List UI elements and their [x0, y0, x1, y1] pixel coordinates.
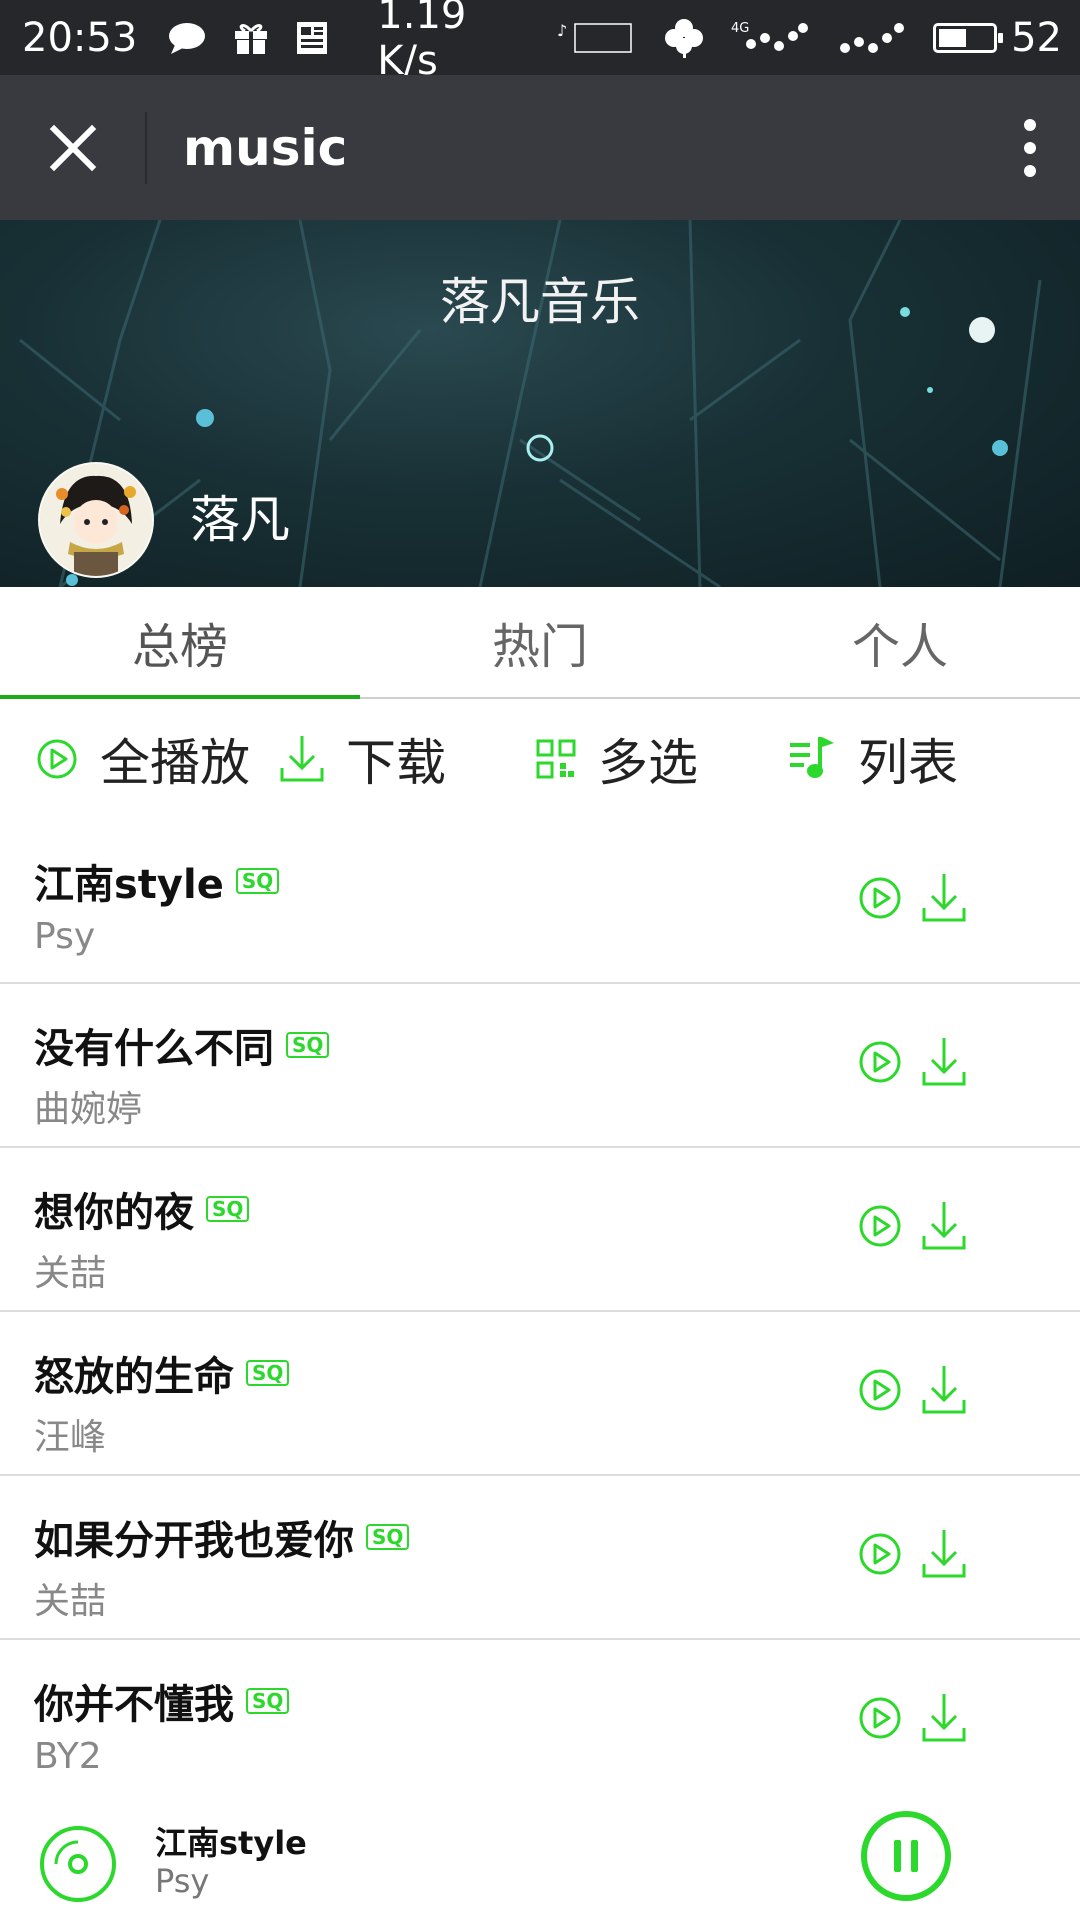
play-circle-icon[interactable]: [858, 1040, 902, 1084]
song-row[interactable]: 怒放的生命 SQ 汪峰: [0, 1312, 1080, 1476]
battery-icon: [933, 22, 1004, 53]
now-playing-title: 江南style: [155, 1824, 307, 1862]
song-row[interactable]: 想你的夜 SQ 关喆: [0, 1148, 1080, 1312]
tab-total-chart[interactable]: 总榜: [0, 587, 360, 699]
play-circle-icon[interactable]: [858, 1532, 902, 1576]
song-title: 如果分开我也爱你: [34, 1518, 354, 1564]
topbar-divider: [145, 111, 147, 184]
sq-badge: SQ: [366, 1524, 410, 1550]
song-row[interactable]: 没有什么不同 SQ 曲婉婷: [0, 984, 1080, 1148]
play-circle-icon[interactable]: [858, 1204, 902, 1248]
song-title: 没有什么不同: [34, 1026, 274, 1072]
close-button[interactable]: [0, 75, 145, 220]
clover-icon: [663, 17, 705, 59]
status-time: 20:53: [22, 14, 138, 61]
song-title-wrap: 如果分开我也爱你 SQ: [34, 1508, 410, 1566]
chat-bubble-icon: [167, 21, 207, 55]
user-name: 落凡: [190, 491, 290, 549]
sq-badge: SQ: [246, 1688, 290, 1714]
download-icon[interactable]: [922, 1036, 966, 1088]
download-icon[interactable]: [922, 1364, 966, 1416]
more-menu-button[interactable]: [980, 75, 1080, 220]
playlist-label: 列表: [858, 734, 958, 792]
sq-badge: SQ: [235, 868, 280, 894]
song-title-wrap: 你并不懂我 SQ: [34, 1672, 290, 1730]
sq-badge: SQ: [206, 1196, 250, 1222]
song-artist: 汪峰: [34, 1417, 107, 1458]
play-all-label: 全播放: [100, 734, 250, 792]
playlist-icon: [790, 737, 834, 778]
download-icon[interactable]: [922, 872, 966, 924]
song-title-wrap: 想你的夜 SQ: [34, 1180, 250, 1238]
avatar[interactable]: [38, 462, 154, 578]
svg-text:♪: ♪: [557, 21, 567, 40]
multi-select-icon: [536, 739, 576, 779]
song-title: 怒放的生命: [34, 1354, 234, 1400]
song-artist: BY2: [34, 1736, 102, 1777]
signal-4g-icon: 4G: [731, 18, 811, 58]
gift-icon: [233, 21, 269, 55]
news-icon: [295, 20, 331, 56]
play-circle-icon[interactable]: [858, 876, 902, 920]
song-row[interactable]: 你并不懂我 SQ BY2: [0, 1640, 1080, 1804]
play-all-button[interactable]: 全播放: [36, 723, 250, 795]
app-name: 落凡音乐: [440, 273, 640, 331]
disc-icon: [40, 1826, 116, 1902]
song-title-wrap: 怒放的生命 SQ: [34, 1344, 290, 1402]
download-icon[interactable]: [922, 1528, 966, 1580]
sq-badge: SQ: [246, 1360, 290, 1386]
download-all-button[interactable]: 下载: [280, 723, 446, 795]
network-type-label: 4G: [731, 21, 749, 36]
song-artist: 曲婉婷: [34, 1089, 143, 1130]
pause-button[interactable]: [860, 1810, 952, 1902]
multi-select-label: 多选: [598, 734, 698, 792]
playlist-button[interactable]: 列表: [788, 723, 958, 795]
song-list: 江南style SQ Psy 没有什么不同 SQ 曲婉婷 想你的夜 SQ 关喆 怒放的…: [0, 820, 1080, 1804]
song-artist: 关喆: [34, 1253, 107, 1294]
play-circle-icon: [37, 739, 77, 779]
header-banner: 落凡音乐 落凡: [0, 220, 1080, 587]
song-title-wrap: 江南style SQ: [34, 852, 280, 910]
song-title: 江南style: [34, 862, 224, 908]
mini-player[interactable]: 江南style Psy: [0, 1810, 1080, 1920]
download-icon[interactable]: [922, 1200, 966, 1252]
status-bar: 20:53 1.19 K/s ♪ 4G 52: [0, 0, 1080, 84]
top-bar: music: [0, 75, 1080, 220]
sq-badge: SQ: [286, 1032, 330, 1058]
more-vertical-icon: [1024, 118, 1036, 177]
app-notification-icon: ♪: [557, 18, 637, 58]
battery-level: 52: [1011, 14, 1062, 61]
play-circle-icon[interactable]: [858, 1696, 902, 1740]
tab-personal[interactable]: 个人: [720, 587, 1080, 697]
download-icon: [280, 736, 324, 782]
page-title: music: [183, 118, 348, 177]
network-speed: 1.19 K/s: [377, 0, 467, 84]
play-circle-icon[interactable]: [858, 1368, 902, 1412]
song-title: 想你的夜: [34, 1190, 194, 1236]
signal-strength-icon: [837, 18, 907, 58]
song-row[interactable]: 江南style SQ Psy: [0, 820, 1080, 984]
close-icon: [49, 124, 96, 171]
song-row[interactable]: 如果分开我也爱你 SQ 关喆: [0, 1476, 1080, 1640]
download-icon[interactable]: [922, 1692, 966, 1744]
song-artist: Psy: [34, 916, 96, 957]
tab-popular[interactable]: 热门: [360, 587, 720, 697]
multi-select-button[interactable]: 多选: [536, 723, 698, 795]
action-bar: 全播放 下载 多选 列表: [0, 699, 1080, 819]
song-title: 你并不懂我: [34, 1682, 234, 1728]
song-artist: 关喆: [34, 1581, 107, 1622]
now-playing-artist: Psy: [155, 1862, 210, 1900]
category-tabs: 总榜 热门 个人: [0, 587, 1080, 699]
download-label: 下载: [346, 734, 446, 792]
song-title-wrap: 没有什么不同 SQ: [34, 1016, 330, 1074]
